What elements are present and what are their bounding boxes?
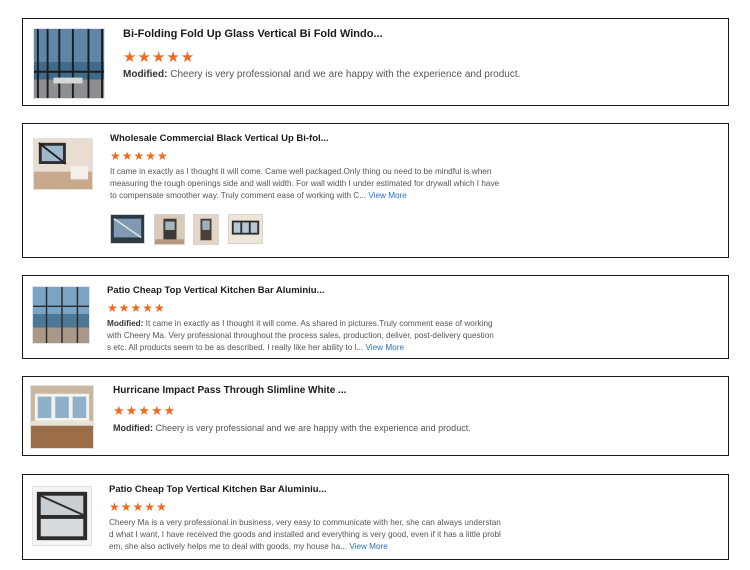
product-title-link[interactable]: Patio Cheap Top Vertical Kitchen Bar Alu… bbox=[109, 484, 326, 495]
review-line: It came in exactly as I thought it will … bbox=[145, 319, 493, 328]
rating-stars: ★★★★★ bbox=[113, 403, 177, 418]
rating-stars: ★★★★★ bbox=[110, 149, 169, 163]
review-body: Cheery is very professional and we are h… bbox=[155, 423, 471, 433]
review-card: Patio Cheap Top Vertical Kitchen Bar Alu… bbox=[22, 474, 729, 560]
modified-label: Modified: bbox=[123, 69, 168, 80]
product-thumbnail[interactable] bbox=[33, 28, 105, 99]
rating-stars: ★★★★★ bbox=[109, 500, 168, 514]
review-text: Modified: Cheery is very professional an… bbox=[113, 422, 471, 435]
product-thumbnail[interactable] bbox=[32, 286, 90, 344]
review-line: measuring the rough openings side and wa… bbox=[110, 178, 500, 188]
review-text: It came in exactly as I thought it will … bbox=[110, 166, 505, 202]
product-title-link[interactable]: Hurricane Impact Pass Through Slimline W… bbox=[113, 385, 346, 396]
review-photo[interactable] bbox=[193, 214, 219, 245]
view-more-link[interactable]: View More bbox=[349, 542, 388, 551]
product-thumbnail[interactable] bbox=[33, 138, 93, 190]
review-photo[interactable] bbox=[228, 214, 263, 244]
review-text: Modified: It came in exactly as I though… bbox=[107, 318, 494, 354]
rating-stars: ★★★★★ bbox=[107, 301, 166, 315]
review-photo[interactable] bbox=[110, 214, 145, 244]
review-line: d what I want, I have received the goods… bbox=[109, 529, 501, 539]
review-line: Cheery Ma is a very professional in busi… bbox=[109, 518, 501, 527]
view-more-link[interactable]: View More bbox=[365, 343, 404, 352]
review-line: with Cheery Ma. Very professional throug… bbox=[107, 330, 494, 340]
review-card: Patio Cheap Top Vertical Kitchen Bar Alu… bbox=[22, 275, 729, 359]
review-line: It came in exactly as I thought it will … bbox=[110, 167, 492, 176]
review-photo[interactable] bbox=[154, 214, 185, 245]
review-card: Wholesale Commercial Black Vertical Up B… bbox=[22, 123, 729, 258]
review-card: Bi-Folding Fold Up Glass Vertical Bi Fol… bbox=[22, 18, 729, 106]
rating-stars: ★★★★★ bbox=[123, 49, 196, 66]
product-title-link[interactable]: Patio Cheap Top Vertical Kitchen Bar Alu… bbox=[107, 285, 324, 296]
review-line: s etc. All products seem to be as descri… bbox=[107, 342, 364, 352]
view-more-link[interactable]: View More bbox=[368, 191, 407, 200]
review-line-first: Modified: It came in exactly as I though… bbox=[107, 318, 493, 330]
product-thumbnail[interactable] bbox=[32, 486, 92, 546]
product-title-link[interactable]: Wholesale Commercial Black Vertical Up B… bbox=[110, 133, 329, 144]
product-title-link[interactable]: Bi-Folding Fold Up Glass Vertical Bi Fol… bbox=[123, 28, 383, 40]
review-line: to compensate smoother way. Truly commen… bbox=[110, 190, 367, 200]
review-card: Hurricane Impact Pass Through Slimline W… bbox=[22, 376, 729, 456]
modified-label: Modified: bbox=[107, 319, 144, 328]
review-line-last: em, she also actively helps me to deal w… bbox=[109, 541, 509, 553]
review-line-last: to compensate smoother way. Truly commen… bbox=[110, 190, 505, 202]
modified-label: Modified: bbox=[113, 423, 153, 433]
review-text: Cheery Ma is a very professional in busi… bbox=[109, 517, 509, 553]
review-line: em, she also actively helps me to deal w… bbox=[109, 541, 348, 551]
review-line-last: s etc. All products seem to be as descri… bbox=[107, 342, 492, 354]
review-text: Modified: Cheery is very professional an… bbox=[123, 68, 520, 83]
review-body: Cheery is very professional and we are h… bbox=[170, 69, 521, 80]
product-thumbnail[interactable] bbox=[30, 385, 94, 449]
